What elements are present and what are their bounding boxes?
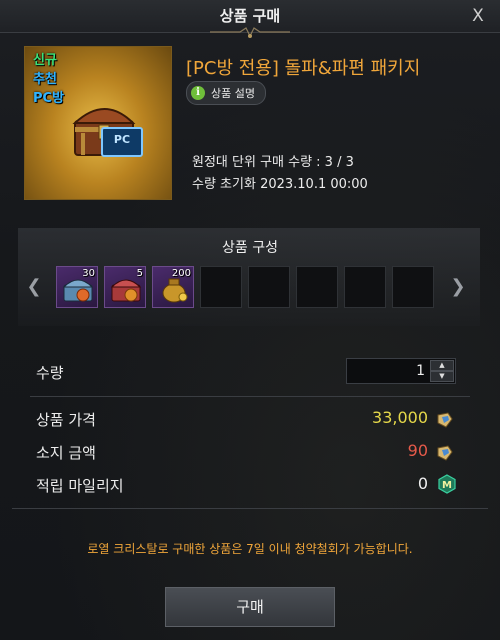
owned-label: 소지 금액 [36, 444, 96, 462]
royal-crystal-icon [437, 445, 453, 461]
quantity-value[interactable]: 1 [347, 359, 425, 383]
product-thumbnail: 신규 추천 PC방 PC [24, 46, 172, 200]
slot-count: 200 [171, 268, 191, 279]
item-slot[interactable]: 200 [152, 266, 194, 308]
thumbnail-badges: 신규 추천 PC방 [33, 51, 64, 108]
price-label: 상품 가격 [36, 411, 96, 429]
chest-red-icon [110, 279, 142, 302]
close-button[interactable]: X [466, 4, 490, 28]
royal-crystal-icon [437, 412, 453, 428]
increase-quantity-button[interactable]: ▲ [430, 360, 454, 371]
divider [30, 396, 470, 397]
empty-slot [392, 266, 434, 308]
mileage-value: 0 [417, 474, 428, 493]
item-slot[interactable]: 30 [56, 266, 98, 308]
item-slot[interactable]: 5 [104, 266, 146, 308]
svg-text:M: M [442, 480, 452, 491]
mileage-icon: M [438, 474, 456, 494]
slot-count: 5 [136, 268, 143, 279]
composition-title: 상품 구성 [222, 240, 278, 256]
pc-tag-icon: PC [101, 127, 143, 157]
info-icon: i [191, 86, 205, 100]
mileage-label: 적립 마일리지 [36, 477, 124, 495]
prev-arrow-icon[interactable]: ❮ [26, 276, 42, 298]
empty-slot [248, 266, 290, 308]
purchase-limit-text: 원정대 단위 구매 수량 : 3 / 3 [192, 155, 354, 170]
description-button-label: 상품 설명 [211, 87, 255, 100]
empty-slot [200, 266, 242, 308]
gold-pouch-icon [162, 278, 188, 303]
buy-button[interactable]: 구매 [165, 587, 335, 627]
title-ornament-icon [210, 27, 290, 38]
product-title: [PC방 전용] 돌파&파편 패키지 [186, 58, 421, 79]
composition-slots: 30 5 200 [56, 266, 442, 308]
next-arrow-icon[interactable]: ❯ [450, 276, 466, 298]
divider [12, 508, 488, 509]
reset-date-text: 수량 초기화 2023.10.1 00:00 [192, 177, 368, 192]
badge-new: 신규 [33, 53, 57, 68]
empty-slot [344, 266, 386, 308]
badge-recommend: 추천 [33, 72, 57, 87]
empty-slot [296, 266, 338, 308]
refund-notice: 로열 크리스탈로 구매한 상품은 7일 이내 청약철회가 가능합니다. [87, 542, 413, 556]
badge-pcbang: PC방 [33, 91, 65, 106]
quantity-label: 수량 [36, 364, 64, 382]
product-description-button[interactable]: i 상품 설명 [186, 81, 266, 105]
chest-purple-icon [62, 279, 94, 302]
decrease-quantity-button[interactable]: ▼ [430, 371, 454, 382]
slot-count: 30 [82, 268, 95, 279]
price-value: 33,000 [372, 408, 428, 427]
owned-value: 90 [407, 441, 428, 460]
quantity-stepper[interactable]: 1 ▲ ▼ [346, 358, 456, 384]
